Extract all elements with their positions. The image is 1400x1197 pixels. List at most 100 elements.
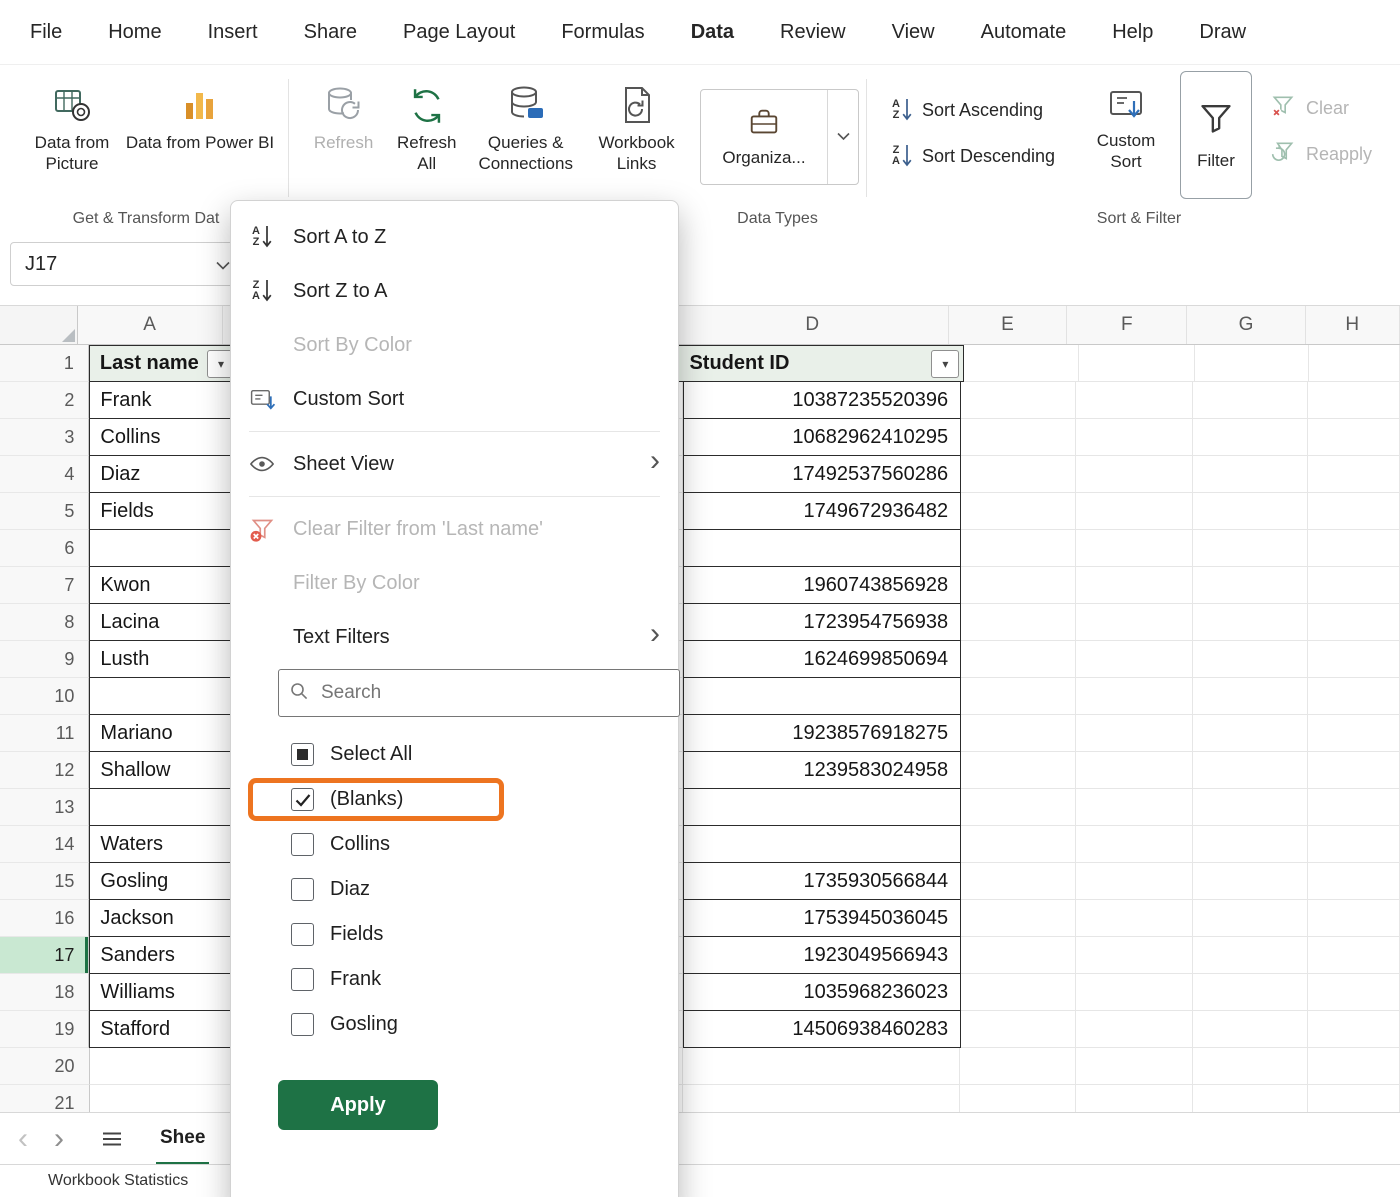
cell-H4[interactable] xyxy=(1308,456,1400,493)
cell-H21[interactable] xyxy=(1308,1085,1400,1112)
cell-D13[interactable] xyxy=(683,789,962,826)
row-header-3[interactable]: 3 xyxy=(0,419,90,456)
cell-H11[interactable] xyxy=(1308,715,1400,752)
menu-tab-insert[interactable]: Insert xyxy=(208,21,258,44)
row-header-7[interactable]: 7 xyxy=(0,567,90,604)
row-header-13[interactable]: 13 xyxy=(0,789,90,826)
cell-H20[interactable] xyxy=(1308,1048,1400,1085)
cell-D15[interactable]: 1735930566844 xyxy=(683,863,962,900)
cell-E17[interactable] xyxy=(961,937,1077,974)
row-header-10[interactable]: 10 xyxy=(0,678,90,715)
column-header-A[interactable]: A xyxy=(78,306,223,344)
cell-D14[interactable] xyxy=(683,826,962,863)
menu-tab-formulas[interactable]: Formulas xyxy=(561,21,644,44)
cell-E16[interactable] xyxy=(961,900,1077,937)
menu-item-sort-a-to-z[interactable]: A Z Sort A to Z xyxy=(231,215,678,259)
cell-G2[interactable] xyxy=(1193,382,1309,419)
cell-A18[interactable]: Williams xyxy=(89,974,242,1011)
sort-ascending-button[interactable]: AZ Sort Ascending xyxy=(892,97,1043,123)
cell-G12[interactable] xyxy=(1193,752,1309,789)
cell-D12[interactable]: 1239583024958 xyxy=(683,752,962,789)
cell-G21[interactable] xyxy=(1192,1085,1309,1112)
sheet-nav-right-icon[interactable]: › xyxy=(54,1124,64,1154)
cell-H10[interactable] xyxy=(1308,678,1400,715)
row-header-15[interactable]: 15 xyxy=(0,863,90,900)
name-box[interactable]: J17 xyxy=(10,242,243,286)
cell-A20[interactable] xyxy=(89,1048,241,1085)
cell-E20[interactable] xyxy=(960,1048,1076,1085)
cell-E11[interactable] xyxy=(961,715,1077,752)
cell-A7[interactable]: Kwon xyxy=(89,567,242,604)
cell-D1[interactable]: Student ID ▾ xyxy=(678,345,965,382)
cell-E21[interactable] xyxy=(960,1085,1076,1112)
cell-D20[interactable] xyxy=(683,1048,961,1085)
cell-A9[interactable]: Lusth xyxy=(89,641,242,678)
cell-F14[interactable] xyxy=(1076,826,1194,863)
row-header-21[interactable]: 21 xyxy=(0,1085,90,1112)
column-header-D[interactable]: D xyxy=(677,306,949,344)
cell-F2[interactable] xyxy=(1076,382,1194,419)
cell-H16[interactable] xyxy=(1308,900,1400,937)
row-header-20[interactable]: 20 xyxy=(0,1048,90,1085)
cell-F4[interactable] xyxy=(1076,456,1194,493)
cell-H12[interactable] xyxy=(1308,752,1400,789)
cell-A12[interactable]: Shallow xyxy=(89,752,242,789)
menu-tab-file[interactable]: File xyxy=(30,21,62,44)
cell-A8[interactable]: Lacina xyxy=(89,604,242,641)
cell-G9[interactable] xyxy=(1193,641,1309,678)
cell-A14[interactable]: Waters xyxy=(89,826,242,863)
checkbox-gosling[interactable] xyxy=(291,1013,314,1036)
cell-A15[interactable]: Gosling xyxy=(89,863,242,900)
cell-A4[interactable]: Diaz xyxy=(89,456,242,493)
row-header-12[interactable]: 12 xyxy=(0,752,90,789)
cell-E9[interactable] xyxy=(961,641,1077,678)
cell-A2[interactable]: Frank xyxy=(89,382,242,419)
cell-F5[interactable] xyxy=(1076,493,1194,530)
cell-F6[interactable] xyxy=(1076,530,1194,567)
name-box-dropdown-icon[interactable] xyxy=(216,253,230,276)
search-input[interactable] xyxy=(319,681,669,705)
cell-G15[interactable] xyxy=(1193,863,1309,900)
cell-E19[interactable] xyxy=(961,1011,1077,1048)
filter-button[interactable]: Filter xyxy=(1180,71,1252,199)
menu-item-custom-sort[interactable]: Custom Sort xyxy=(231,377,678,421)
filter-value-gosling[interactable]: Gosling xyxy=(248,1003,504,1046)
cell-E14[interactable] xyxy=(961,826,1077,863)
cell-H7[interactable] xyxy=(1308,567,1400,604)
cell-D18[interactable]: 1035968236023 xyxy=(683,974,962,1011)
cell-H3[interactable] xyxy=(1308,419,1400,456)
cell-D21[interactable] xyxy=(683,1085,961,1112)
cell-F9[interactable] xyxy=(1076,641,1194,678)
cell-H15[interactable] xyxy=(1308,863,1400,900)
cell-G20[interactable] xyxy=(1192,1048,1309,1085)
cell-H18[interactable] xyxy=(1308,974,1400,1011)
cell-F3[interactable] xyxy=(1076,419,1194,456)
cell-D9[interactable]: 1624699850694 xyxy=(683,641,962,678)
cell-G1[interactable] xyxy=(1194,345,1309,382)
custom-sort-button[interactable]: Custom Sort xyxy=(1088,77,1164,173)
cell-E7[interactable] xyxy=(961,567,1077,604)
filter-value-select-all[interactable]: Select All xyxy=(248,733,504,776)
checkbox-diaz[interactable] xyxy=(291,878,314,901)
cell-E1[interactable] xyxy=(964,345,1079,382)
cell-G6[interactable] xyxy=(1193,530,1309,567)
cell-G7[interactable] xyxy=(1193,567,1309,604)
checkbox-fields[interactable] xyxy=(291,923,314,946)
cell-H1[interactable] xyxy=(1308,345,1400,382)
cell-D2[interactable]: 10387235520396 xyxy=(683,382,962,419)
cell-F12[interactable] xyxy=(1076,752,1194,789)
row-header-5[interactable]: 5 xyxy=(0,493,90,530)
cell-A3[interactable]: Collins xyxy=(89,419,242,456)
cell-H2[interactable] xyxy=(1308,382,1400,419)
cell-D19[interactable]: 14506938460283 xyxy=(683,1011,962,1048)
filter-value-blanks[interactable]: (Blanks) xyxy=(248,778,504,821)
cell-E5[interactable] xyxy=(961,493,1077,530)
queries-connections-button[interactable]: Queries & Connections xyxy=(474,79,577,175)
sort-descending-button[interactable]: ZA Sort Descending xyxy=(892,143,1055,169)
cell-A5[interactable]: Fields xyxy=(89,493,242,530)
cell-D11[interactable]: 19238576918275 xyxy=(683,715,962,752)
organization-data-type-button[interactable]: Organiza... xyxy=(701,90,827,184)
row-header-18[interactable]: 18 xyxy=(0,974,90,1011)
cell-D17[interactable]: 1923049566943 xyxy=(683,937,962,974)
menu-tab-share[interactable]: Share xyxy=(304,21,357,44)
